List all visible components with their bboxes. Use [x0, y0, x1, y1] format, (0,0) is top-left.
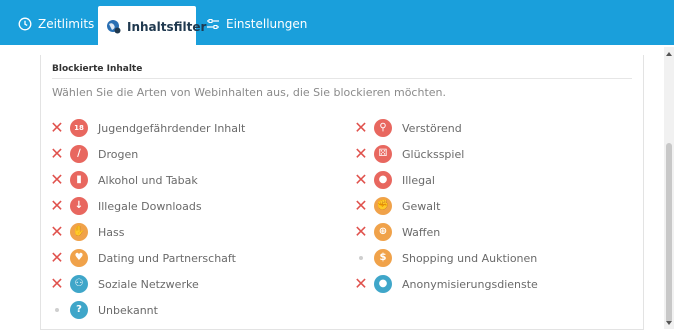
category-unbekannt[interactable]: ? Unbekannt — [49, 300, 158, 320]
sliders-icon — [206, 17, 220, 31]
category-waffen[interactable]: ✕ ⊕ Waffen — [353, 222, 440, 242]
x-mark: ✕ — [50, 144, 64, 163]
blocked-x-icon[interactable]: ✕ — [49, 120, 65, 136]
content-area: Blockierte Inhalte Wählen Sie die Arten … — [8, 47, 666, 330]
knife-icon: ⚲ — [374, 119, 392, 137]
category-label: Hass — [98, 225, 125, 239]
x-mark: ✕ — [354, 144, 368, 163]
divider — [52, 78, 632, 79]
download-icon: ↓ — [70, 197, 88, 215]
x-mark: ✕ — [50, 248, 64, 267]
scrollbar[interactable] — [664, 47, 674, 329]
category-label: Gewalt — [402, 199, 441, 213]
allowed-dot-icon[interactable] — [353, 250, 369, 266]
category-label: Dating und Partnerschaft — [98, 251, 236, 265]
category-label: Anonymisierungsdienste — [402, 277, 538, 291]
scrollbar-thumb[interactable] — [666, 143, 672, 323]
x-mark: ✕ — [50, 118, 64, 137]
x-mark: ✕ — [50, 170, 64, 189]
category-alkohol-und-tabak[interactable]: ✕ ▮ Alkohol und Tabak — [49, 170, 198, 190]
dollar-icon: $ — [374, 249, 392, 267]
globe-filter-icon — [106, 19, 121, 34]
category-label: Illegal — [402, 173, 435, 187]
x-mark: ✕ — [354, 222, 368, 241]
category-gewalt[interactable]: ✕ ✊ Gewalt — [353, 196, 440, 216]
tab-label: Inhaltsfilter — [127, 19, 207, 34]
anonymous-person-icon: ● — [374, 275, 392, 293]
dice-icon: ⚄ — [374, 145, 392, 163]
panel-description: Wählen Sie die Arten von Webinhalten aus… — [52, 86, 446, 99]
tab-inhaltsfilter[interactable]: Inhaltsfilter — [98, 6, 206, 47]
question-icon: ? — [70, 301, 88, 319]
bottle-icon: ▮ — [70, 171, 88, 189]
panel-title: Blockierte Inhalte — [52, 64, 143, 74]
fist-icon: ✊ — [374, 197, 392, 215]
x-mark: ✕ — [50, 196, 64, 215]
category-anonymisierungsdienste[interactable]: ✕ ● Anonymisierungsdienste — [353, 274, 538, 294]
thumbs-down-icon: ✋ — [70, 223, 88, 241]
blocked-x-icon[interactable]: ✕ — [49, 224, 65, 240]
tab-bar: Zeitlimits Inhaltsfilter Einstellungen — [0, 0, 674, 47]
category-label: Unbekannt — [98, 303, 158, 317]
drug-pill-icon: ∕ — [70, 145, 88, 163]
scroll-down-icon[interactable] — [666, 321, 672, 325]
category-label: Jugendgefährdender Inhalt — [98, 121, 246, 135]
blocked-x-icon[interactable]: ✕ — [49, 146, 65, 162]
category-shopping-und-auktionen[interactable]: $ Shopping und Auktionen — [353, 248, 537, 268]
category-jugendgefaehrdender-inhalt[interactable]: ✕ 18 Jugendgefährdender Inhalt — [49, 118, 245, 138]
category-label: Drogen — [98, 147, 139, 161]
clock-icon — [18, 17, 32, 31]
blocked-x-icon[interactable]: ✕ — [353, 120, 369, 136]
crosshair-icon: ⊕ — [374, 223, 392, 241]
category-label: Waffen — [402, 225, 441, 239]
dot-mark — [359, 256, 363, 260]
blocked-x-icon[interactable]: ✕ — [49, 250, 65, 266]
category-illegale-downloads[interactable]: ✕ ↓ Illegale Downloads — [49, 196, 202, 216]
x-mark: ✕ — [50, 222, 64, 241]
category-dating-und-partnerschaft[interactable]: ✕ ♥ Dating und Partnerschaft — [49, 248, 236, 268]
category-hass[interactable]: ✕ ✋ Hass — [49, 222, 124, 242]
tab-label: Zeitlimits — [38, 16, 95, 31]
x-mark: ✕ — [50, 274, 64, 293]
category-label: Shopping und Auktionen — [402, 251, 538, 265]
category-drogen[interactable]: ✕ ∕ Drogen — [49, 144, 138, 164]
tab-label: Einstellungen — [226, 16, 308, 31]
blocked-x-icon[interactable]: ✕ — [49, 172, 65, 188]
scroll-up-icon[interactable] — [666, 52, 672, 56]
heart-icon: ♥ — [70, 249, 88, 267]
people-icon: ⚇ — [70, 275, 88, 293]
blocked-x-icon[interactable]: ✕ — [353, 198, 369, 214]
allowed-dot-icon[interactable] — [49, 302, 65, 318]
category-illegal[interactable]: ✕ ● Illegal — [353, 170, 435, 190]
dot-mark — [55, 308, 59, 312]
category-gluecksspiel[interactable]: ✕ ⚄ Glücksspiel — [353, 144, 464, 164]
category-verstoerend[interactable]: ✕ ⚲ Verstörend — [353, 118, 462, 138]
x-mark: ✕ — [354, 274, 368, 293]
blocked-x-icon[interactable]: ✕ — [353, 276, 369, 292]
category-label: Glücksspiel — [402, 147, 465, 161]
tab-einstellungen[interactable]: Einstellungen — [198, 0, 308, 47]
adult-18-icon: 18 — [70, 119, 88, 137]
category-label: Illegale Downloads — [98, 199, 202, 213]
blocked-x-icon[interactable]: ✕ — [49, 198, 65, 214]
blocked-x-icon[interactable]: ✕ — [353, 224, 369, 240]
blocked-x-icon[interactable]: ✕ — [353, 146, 369, 162]
person-illegal-icon: ● — [374, 171, 392, 189]
blocked-x-icon[interactable]: ✕ — [49, 276, 65, 292]
category-label: Verstörend — [402, 121, 462, 135]
category-label: Alkohol und Tabak — [98, 173, 198, 187]
x-mark: ✕ — [354, 196, 368, 215]
x-mark: ✕ — [354, 170, 368, 189]
category-soziale-netzwerke[interactable]: ✕ ⚇ Soziale Netzwerke — [49, 274, 199, 294]
tab-zeitlimits[interactable]: Zeitlimits — [10, 0, 94, 47]
blocked-x-icon[interactable]: ✕ — [353, 172, 369, 188]
x-mark: ✕ — [354, 118, 368, 137]
category-label: Soziale Netzwerke — [98, 277, 199, 291]
